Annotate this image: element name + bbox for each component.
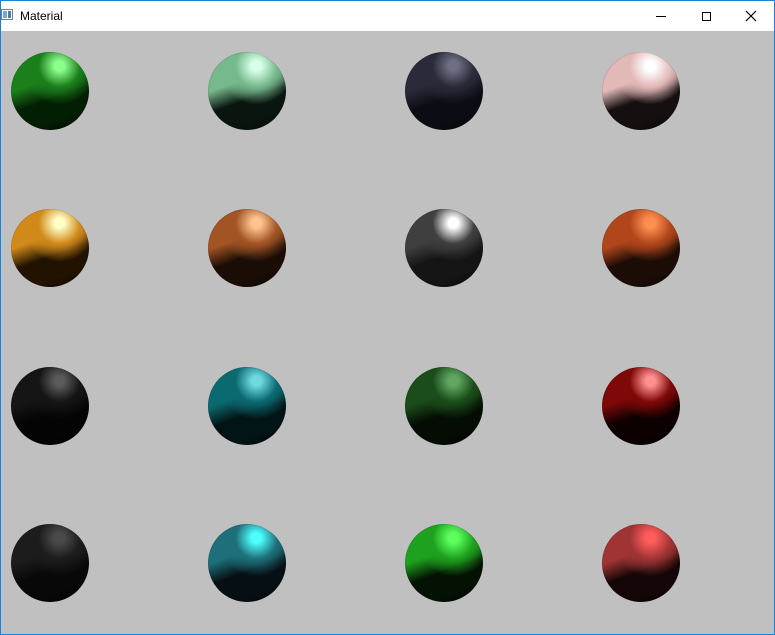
material-sphere (405, 524, 483, 602)
app-window-icon[interactable] (1, 9, 13, 20)
render-canvas[interactable] (1, 31, 774, 634)
material-sphere (602, 524, 680, 602)
material-sphere (405, 367, 483, 445)
maximize-icon (701, 11, 711, 21)
title-bar[interactable]: Material (1, 1, 774, 31)
app-window: Material (0, 0, 775, 635)
material-sphere (11, 367, 89, 445)
material-sphere (208, 209, 286, 287)
material-sphere (405, 209, 483, 287)
material-sphere (602, 367, 680, 445)
material-sphere (602, 52, 680, 130)
maximize-button[interactable] (683, 1, 729, 31)
window-title: Material (20, 9, 63, 23)
material-sphere (208, 524, 286, 602)
material-sphere (11, 209, 89, 287)
close-icon (745, 10, 757, 22)
close-button[interactable] (728, 1, 774, 31)
minimize-icon (656, 15, 666, 17)
material-sphere (208, 52, 286, 130)
material-sphere (405, 52, 483, 130)
material-sphere (11, 524, 89, 602)
material-sphere (11, 52, 89, 130)
material-sphere (208, 367, 286, 445)
minimize-button[interactable] (638, 1, 684, 31)
material-sphere (602, 209, 680, 287)
